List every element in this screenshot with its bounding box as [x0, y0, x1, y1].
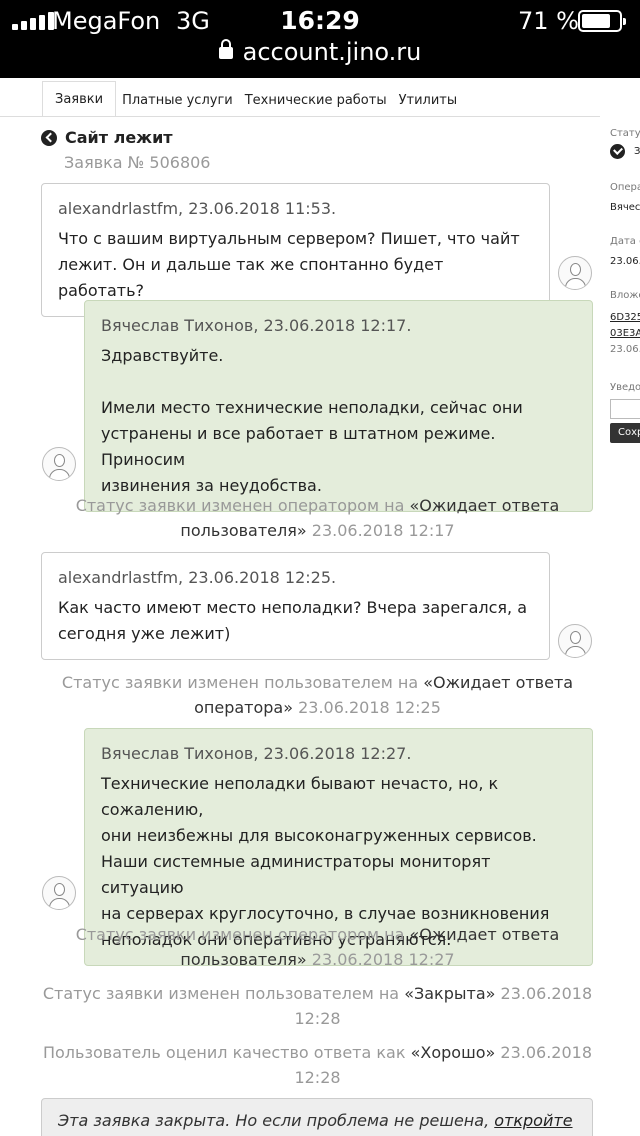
attachment-link[interactable]: 03E3A	[610, 328, 640, 339]
status-change: Статус заявки изменен пользователем на «…	[42, 984, 593, 1028]
status-value: З	[634, 146, 640, 157]
operator-avatar-icon	[42, 876, 76, 910]
message-user: alexandrlastfm, 23.06.2018 11:53. Что с …	[41, 183, 550, 317]
user-avatar-icon	[558, 624, 592, 658]
status-label: Статус	[610, 128, 640, 139]
page-content: Заявки Платные услуги Технические работы…	[0, 78, 640, 1136]
battery-percent: 71 %	[518, 7, 579, 35]
attachment-link[interactable]: 6D325	[610, 312, 640, 323]
status-change: Статус заявки изменен пользователем на «…	[61, 673, 574, 717]
operator-avatar-icon	[42, 447, 76, 481]
check-circle-icon	[610, 144, 625, 159]
tab-bar: Заявки Платные услуги Технические работы…	[42, 81, 463, 117]
tab-maintenance[interactable]: Технические работы	[239, 85, 393, 117]
message-user: alexandrlastfm, 23.06.2018 12:25. Как ча…	[41, 552, 550, 660]
rating-change: Пользователь оценил качество ответа как …	[42, 1043, 592, 1087]
message-author: alexandrlastfm, 23.06.2018 12:25.	[58, 568, 337, 587]
address-bar[interactable]: account.jino.ru	[0, 38, 640, 66]
notify-input[interactable]	[610, 399, 640, 419]
operator-value: Вячес	[610, 202, 640, 213]
attachments-label: Вложе	[610, 290, 640, 301]
status-change: Статус заявки изменен оператором на «Ожи…	[75, 496, 560, 540]
tab-utilities[interactable]: Утилиты	[393, 85, 464, 117]
message-author: Вячеслав Тихонов, 23.06.2018 12:17.	[101, 316, 412, 335]
save-button[interactable]: Сохр	[610, 423, 640, 443]
message-text: Здравствуйте. Имели место технические не…	[101, 346, 523, 495]
message-text: Что с вашим виртуальным сервером? Пишет,…	[58, 229, 520, 300]
message-author: alexandrlastfm, 23.06.2018 11:53.	[58, 199, 337, 218]
status-bar: MegaFon 3G 16:29 71 % account.jino.ru	[0, 0, 640, 78]
user-avatar-icon	[558, 256, 592, 290]
lock-icon	[218, 39, 233, 59]
battery-icon	[578, 10, 626, 32]
status-change: Статус заявки изменен оператором на «Ожи…	[75, 925, 560, 969]
back-arrow-icon[interactable]	[41, 130, 57, 146]
ticket-number: Заявка № 506806	[64, 153, 211, 172]
message-text: Как часто имеют место неполадки? Вчера з…	[58, 598, 528, 643]
tab-tickets[interactable]: Заявки	[42, 81, 117, 117]
tab-paid-services[interactable]: Платные услуги	[116, 85, 239, 117]
date-value: 23.06.	[610, 256, 640, 267]
message-author: Вячеслав Тихонов, 23.06.2018 12:27.	[101, 744, 412, 763]
tabs-divider	[0, 116, 600, 117]
ticket-title: Сайт лежит	[65, 128, 173, 147]
ticket-closed-notice: Эта заявка закрыта. Но если проблема не …	[41, 1098, 593, 1136]
message-operator: Вячеслав Тихонов, 23.06.2018 12:17. Здра…	[84, 300, 593, 512]
notify-label: Уведо	[610, 382, 640, 393]
attachment-date: 23.06.	[610, 344, 640, 355]
url-text: account.jino.ru	[242, 38, 422, 66]
date-label: Дата с	[610, 236, 640, 247]
operator-label: Опера	[610, 182, 640, 193]
